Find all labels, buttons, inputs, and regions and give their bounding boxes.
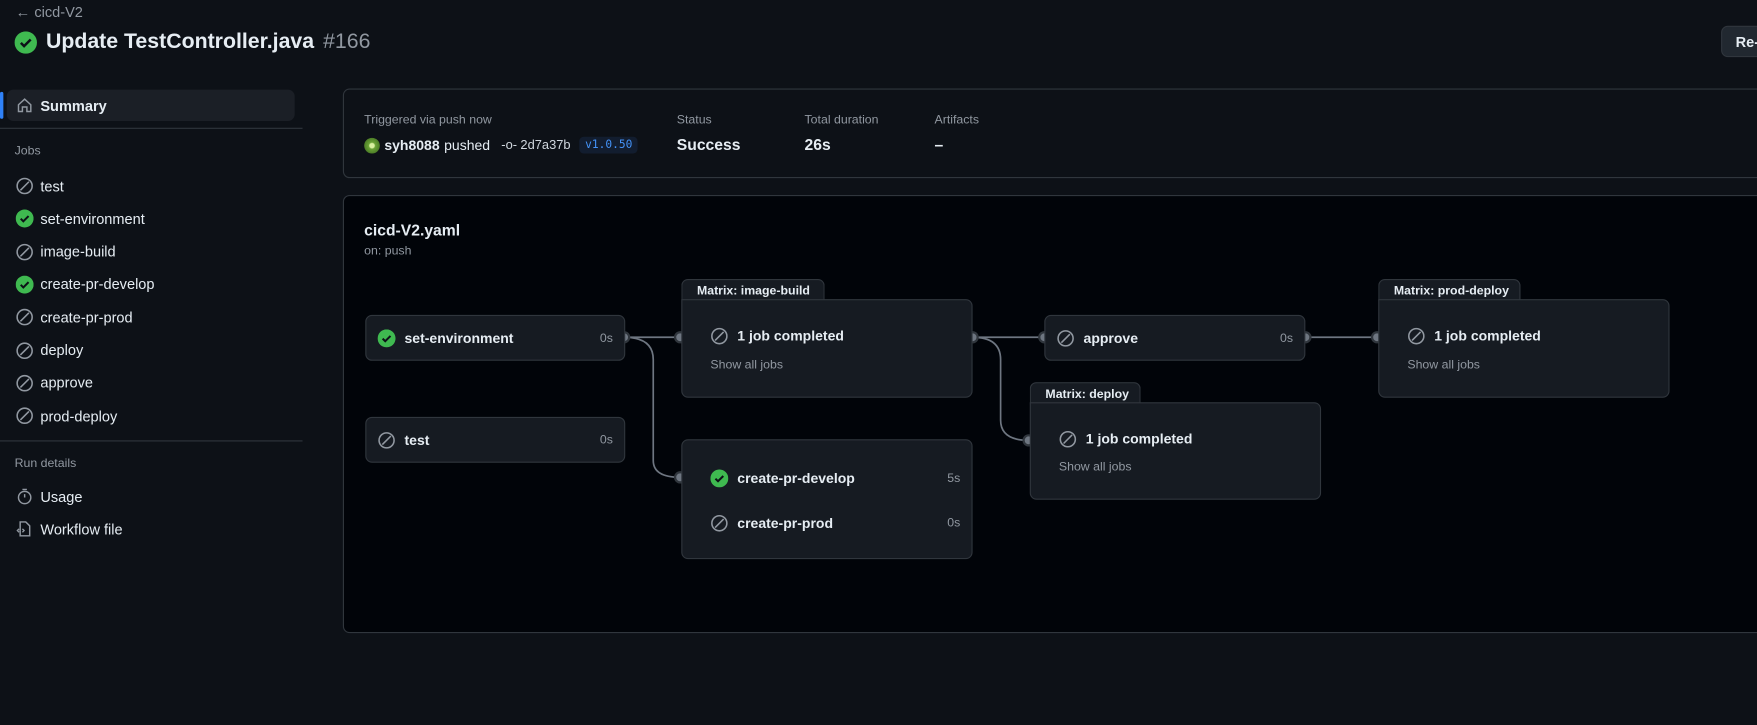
sidebar-item-create-pr-prod[interactable]: create-pr-prod [7,302,295,333]
trigger-label: Triggered via push now [364,113,492,127]
check-circle-icon [15,209,34,228]
sidebar-item-summary[interactable]: Summary [6,89,295,122]
edge [972,336,1029,442]
check-circle-icon [15,275,34,294]
show-all-jobs-link[interactable]: Show all jobs [1407,359,1480,372]
sidebar-item-usage[interactable]: Usage [7,481,295,512]
back-link[interactable]: ← cicd-V2 [16,3,83,20]
divider [0,127,303,129]
page-title: Update TestController.java #166 [14,30,371,55]
sidebar-item-approve[interactable]: approve [7,367,295,398]
skip-icon [16,308,34,326]
active-indicator [0,91,4,119]
duration-value: 26s [804,135,831,154]
duration-label: Total duration [804,113,879,127]
home-icon [16,96,34,114]
avatar [364,137,380,153]
skip-icon [16,374,34,392]
artifacts-value: – [934,135,944,154]
git-commit-icon: -o- [501,138,518,152]
job-node-approve[interactable]: approve 0s [1044,314,1306,361]
job-node-test[interactable]: test 0s [365,416,626,463]
arrow-left-icon: ← [15,3,31,21]
job-group-create-pr: create-pr-develop 5s create-pr-prod 0s [681,439,973,560]
trigger-info: syh8088 pushed -o- 2d7a37b v1.0.50 [364,136,638,154]
stopwatch-icon [16,487,34,505]
skip-icon [378,431,396,449]
artifacts-label: Artifacts [934,113,980,127]
commit-link[interactable]: -o- 2d7a37b [501,138,570,151]
sidebar-item-prod-deploy[interactable]: prod-deploy [7,400,295,431]
run-summary-card: Triggered via push now syh8088 pushed -o… [342,88,1757,179]
check-circle-icon [377,329,396,348]
workflow-trigger: on: push [364,244,412,258]
skip-icon [1057,329,1075,347]
status-value: Success [676,135,741,154]
tag-badge[interactable]: v1.0.50 [579,136,638,154]
divider [0,440,303,442]
matrix-tab-prod-deploy: Matrix: prod-deploy [1378,279,1521,302]
matrix-tab-image-build: Matrix: image-build [681,279,825,302]
skip-icon [710,514,728,532]
job-create-pr-develop[interactable]: create-pr-develop 5s [710,469,960,488]
sidebar-item-set-environment[interactable]: set-environment [7,203,295,234]
sidebar-item-image-build[interactable]: image-build [7,236,295,267]
skip-icon [1059,430,1077,448]
workflow-graph: cicd-V2.yaml on: push set-environment 0s… [342,194,1757,634]
skip-icon [16,177,34,195]
skip-icon [16,243,34,261]
job-node-set-environment[interactable]: set-environment 0s [365,314,626,361]
matrix-node-image-build[interactable]: 1 job completed Show all jobs [681,299,973,398]
jobs-heading: Jobs [14,144,41,158]
actor-link[interactable]: syh8088 [384,137,439,153]
run-details-heading: Run details [14,457,77,471]
skip-icon [1407,327,1425,345]
edge [624,336,681,479]
file-code-icon [16,520,34,538]
skip-icon [16,341,34,359]
matrix-node-prod-deploy[interactable]: 1 job completed Show all jobs [1378,299,1670,398]
matrix-tab-deploy: Matrix: deploy [1029,382,1141,405]
skip-icon [710,327,728,345]
skip-icon [16,407,34,425]
check-circle-icon [14,31,37,54]
sidebar-item-test[interactable]: test [7,170,295,201]
matrix-node-deploy[interactable]: 1 job completed Show all jobs [1029,402,1322,500]
rerun-button[interactable]: Re- [1721,25,1757,58]
status-label: Status [676,113,712,127]
check-circle-icon [710,469,729,488]
sidebar-item-create-pr-develop[interactable]: create-pr-develop [7,269,295,300]
sidebar-item-workflow-file[interactable]: Workflow file [7,513,295,544]
job-create-pr-prod[interactable]: create-pr-prod 0s [710,514,960,532]
show-all-jobs-link[interactable]: Show all jobs [710,359,783,372]
sidebar-item-deploy[interactable]: deploy [7,334,295,365]
show-all-jobs-link[interactable]: Show all jobs [1059,461,1132,474]
workflow-file-name: cicd-V2.yaml [364,220,461,239]
